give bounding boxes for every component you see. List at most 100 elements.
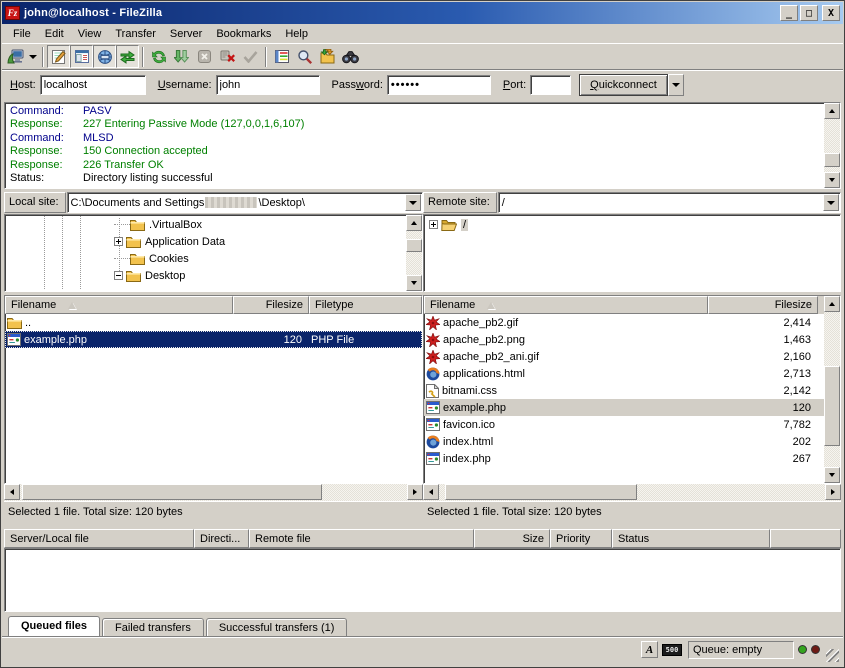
minimize-button[interactable]: _: [780, 5, 798, 21]
queue-column-remote-file[interactable]: Remote file: [249, 529, 474, 548]
menu-file[interactable]: File: [6, 26, 38, 42]
search-button[interactable]: [293, 45, 316, 68]
menu-help[interactable]: Help: [278, 26, 315, 42]
scrollbar-thumb[interactable]: [824, 153, 840, 167]
queue-column-server-local-file[interactable]: Server/Local file: [4, 529, 194, 548]
host-input[interactable]: [40, 75, 146, 95]
menu-bookmarks[interactable]: Bookmarks: [209, 26, 278, 42]
queue-column-spacer[interactable]: [770, 529, 841, 548]
remote-site-dropdown-button[interactable]: [823, 194, 839, 211]
folder-icon: [126, 269, 141, 282]
file-row-index-php[interactable]: index.php267: [424, 450, 824, 467]
file-row-applications-html[interactable]: applications.html2,713: [424, 365, 824, 382]
disconnect-button[interactable]: [216, 45, 239, 68]
remote-list-scrollbar[interactable]: [824, 296, 840, 483]
file-row-favicon-ico[interactable]: favicon.ico7,782: [424, 416, 824, 433]
site-manager-button[interactable]: [4, 45, 27, 68]
column-header-filesize[interactable]: Filesize: [233, 296, 309, 314]
local-tree-scrollbar[interactable]: [406, 215, 422, 291]
scroll-left-button[interactable]: [4, 484, 20, 500]
process-queue-button[interactable]: [170, 45, 193, 68]
scroll-right-button[interactable]: [407, 484, 423, 500]
resize-grip[interactable]: [826, 649, 839, 662]
scroll-left-button[interactable]: [423, 484, 439, 500]
scroll-up-button[interactable]: [406, 215, 422, 231]
filter-button[interactable]: [270, 45, 293, 68]
scroll-down-button[interactable]: [824, 172, 840, 188]
queue-column-directi[interactable]: Directi...: [194, 529, 249, 548]
expand-plus-icon[interactable]: [114, 237, 123, 246]
queue-toggle-button[interactable]: [116, 45, 139, 68]
menu-view[interactable]: View: [71, 26, 109, 42]
log-line-type: Response:: [10, 118, 83, 131]
remote-hscrollbar[interactable]: [423, 484, 841, 501]
quickconnect-dropdown-button[interactable]: [668, 74, 684, 96]
refresh-button[interactable]: [147, 45, 170, 68]
tab-queued-files[interactable]: Queued files: [8, 616, 100, 636]
scrollbar-thumb[interactable]: [22, 484, 322, 500]
tree-item-label: Cookies: [149, 253, 189, 265]
collapse-minus-icon[interactable]: [114, 271, 123, 280]
tree-item-root[interactable]: /: [425, 216, 839, 233]
site-manager-dropdown-button[interactable]: [27, 46, 39, 67]
compare-button[interactable]: [339, 45, 362, 68]
column-header-filesize[interactable]: Filesize: [708, 296, 818, 314]
reconnect-button[interactable]: [239, 45, 262, 68]
remote-tree-toggle-button[interactable]: [93, 45, 116, 68]
scroll-down-button[interactable]: [406, 275, 422, 291]
page-file-icon: [426, 418, 440, 431]
page-file-icon: [7, 333, 21, 346]
tree-item-application-data[interactable]: Application Data: [6, 233, 421, 250]
file-row-index-html[interactable]: index.html202: [424, 433, 824, 450]
file-row-apache-pb2-png[interactable]: apache_pb2.png1,463: [424, 331, 824, 348]
menu-edit[interactable]: Edit: [38, 26, 71, 42]
scrollbar-thumb[interactable]: [824, 366, 840, 446]
log-scrollbar[interactable]: [824, 103, 840, 188]
tab-failed-transfers[interactable]: Failed transfers: [102, 618, 204, 636]
quickconnect-button[interactable]: Quickconnect: [579, 74, 668, 96]
maximize-button[interactable]: □: [800, 5, 818, 21]
queue-column-status[interactable]: Status: [612, 529, 770, 548]
password-input[interactable]: [387, 75, 491, 95]
file-row-example-php[interactable]: example.php120: [424, 399, 824, 416]
remote-site-combo[interactable]: /: [498, 192, 841, 213]
close-button[interactable]: X: [822, 5, 840, 21]
scroll-up-button[interactable]: [824, 103, 840, 119]
file-row-apache-pb2-ani-gif[interactable]: apache_pb2_ani.gif2,160: [424, 348, 824, 365]
queue-column-priority[interactable]: Priority: [550, 529, 612, 548]
local-site-combo[interactable]: C:\Documents and Settings\Desktop\: [67, 192, 423, 213]
column-header-filename[interactable]: Filename: [424, 296, 708, 314]
scroll-right-button[interactable]: [825, 484, 841, 500]
cell-name: example.php: [424, 401, 708, 414]
scrollbar-thumb[interactable]: [406, 239, 422, 252]
folder-open-icon: [441, 218, 457, 231]
tree-connector: [114, 258, 130, 259]
scroll-down-button[interactable]: [824, 467, 840, 483]
redacted-username-block: [205, 197, 257, 208]
log-toggle-button[interactable]: [47, 45, 70, 68]
column-header-filename[interactable]: Filename: [5, 296, 233, 314]
local-hscrollbar[interactable]: [4, 484, 423, 501]
file-row-apache-pb2-gif[interactable]: apache_pb2.gif2,414: [424, 314, 824, 331]
file-row-[interactable]: ..: [5, 314, 422, 331]
tree-item-virtualbox[interactable]: .VirtualBox: [6, 216, 421, 233]
queue-column-size[interactable]: Size: [474, 529, 550, 548]
activity-led-green-icon: [798, 645, 807, 654]
tree-item-cookies[interactable]: Cookies: [6, 250, 421, 267]
menu-server[interactable]: Server: [163, 26, 209, 42]
scrollbar-thumb[interactable]: [445, 484, 637, 500]
username-input[interactable]: [216, 75, 320, 95]
expand-plus-icon[interactable]: [429, 220, 438, 229]
tab-successful-transfers-1[interactable]: Successful transfers (1): [206, 618, 348, 636]
cancel-button[interactable]: [193, 45, 216, 68]
tree-item-desktop[interactable]: Desktop: [6, 267, 421, 284]
column-header-filetype[interactable]: Filetype: [309, 296, 422, 314]
menu-transfer[interactable]: Transfer: [108, 26, 163, 42]
file-row-bitnami-css[interactable]: bitnami.css2,142: [424, 382, 824, 399]
local-tree-toggle-button[interactable]: [70, 45, 93, 68]
scroll-up-button[interactable]: [824, 296, 840, 312]
local-site-dropdown-button[interactable]: [405, 194, 421, 211]
port-input[interactable]: [530, 75, 571, 95]
file-row-example-php[interactable]: example.php120PHP File1: [5, 331, 422, 348]
synchronized-browsing-button[interactable]: [316, 45, 339, 68]
